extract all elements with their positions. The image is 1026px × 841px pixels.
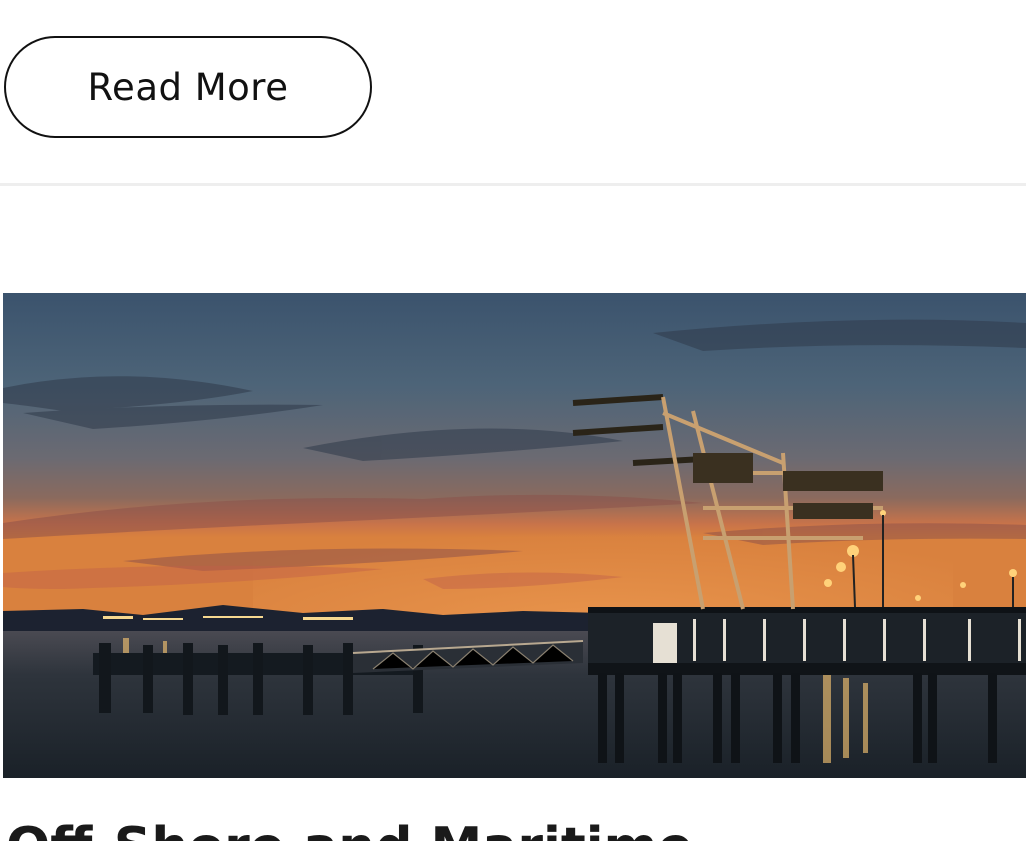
divider bbox=[0, 183, 1026, 186]
post-featured-image[interactable] bbox=[3, 293, 1026, 778]
read-more-button[interactable]: Read More bbox=[4, 36, 372, 138]
post-title[interactable]: Off-Shore and Maritime bbox=[6, 817, 693, 841]
harbor-sunset-photo bbox=[3, 293, 1026, 778]
page: Read More bbox=[0, 0, 1026, 841]
